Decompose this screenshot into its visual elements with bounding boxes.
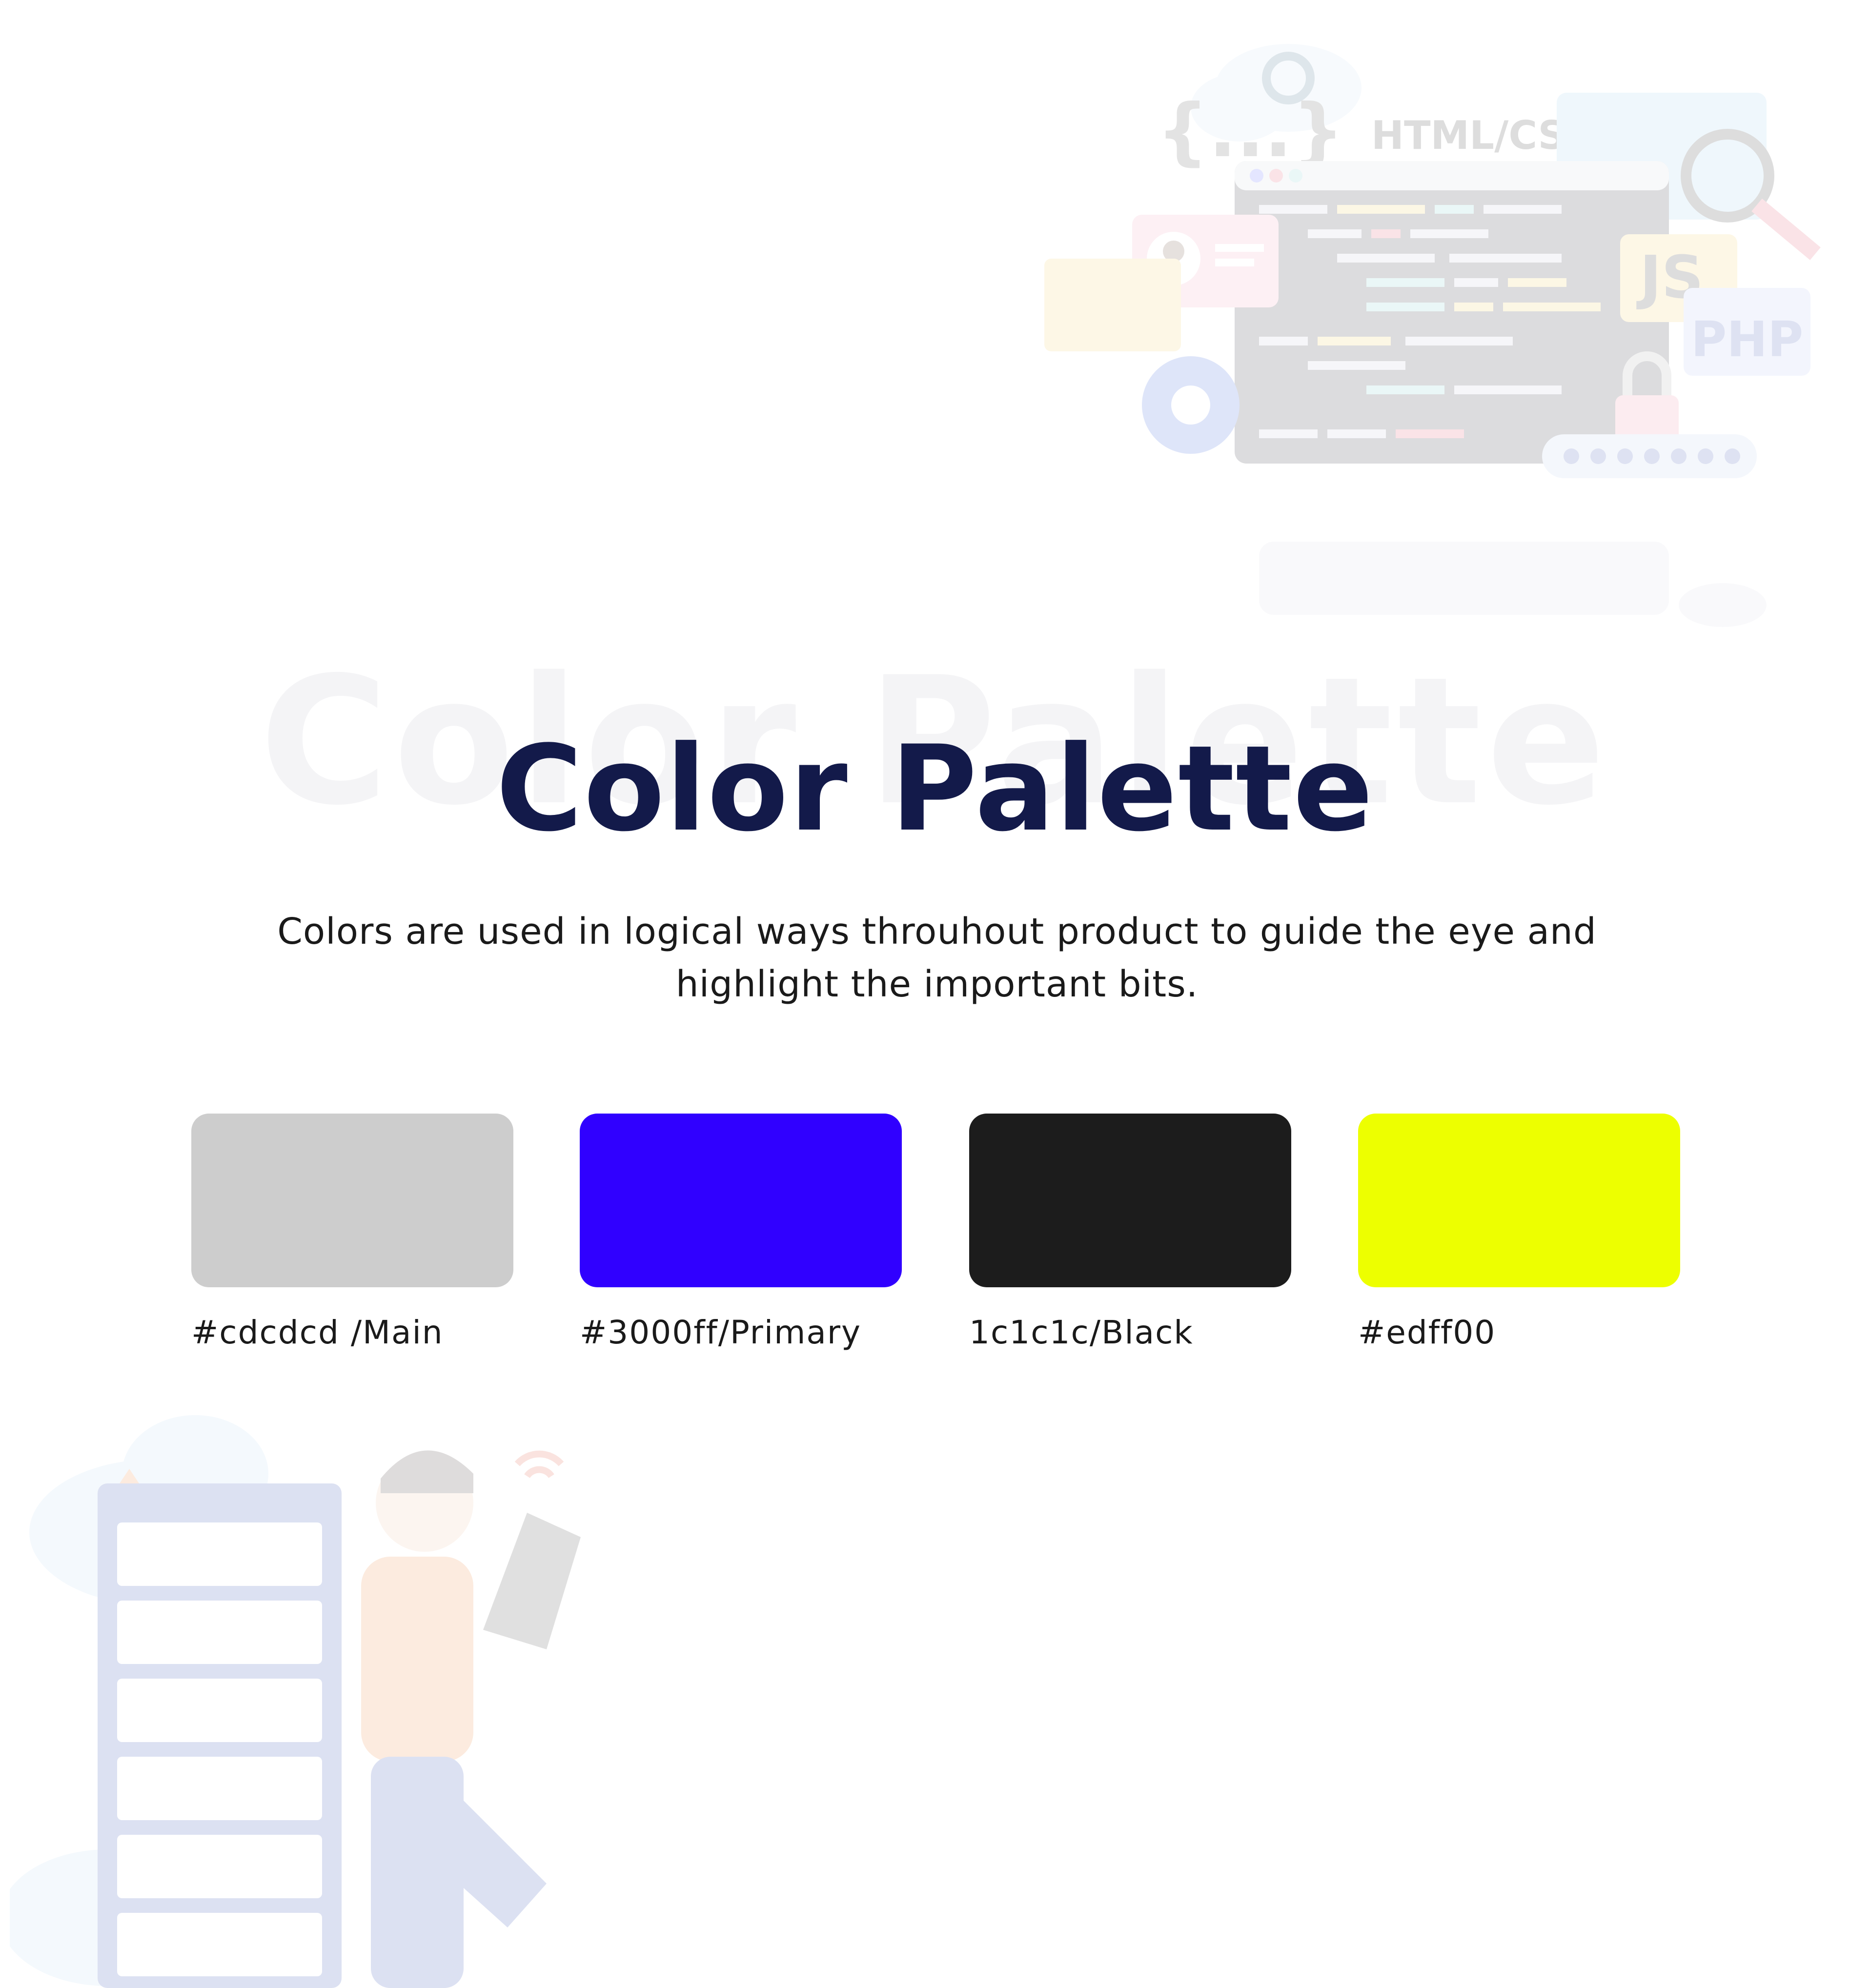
cloud-upload-icon	[29, 1415, 283, 1605]
php-tile-icon	[1684, 288, 1810, 376]
code-monitor-icon	[1235, 161, 1669, 464]
gear-icon	[1142, 356, 1240, 454]
color-swatch-primary	[580, 1114, 902, 1287]
magnifier-icon	[1681, 129, 1774, 223]
color-swatch-yellow	[1358, 1114, 1680, 1287]
mouse-icon	[1679, 583, 1767, 627]
developer-code-illustration: {...} HTML/CSS JS PHP	[1044, 44, 1821, 627]
braces-label: {...}	[1157, 89, 1344, 174]
page-description: Colors are used in logical ways throuhou…	[277, 911, 1597, 1005]
swatch-card-black: 1c1c1c/Black	[969, 1114, 1291, 1351]
profile-card-icon	[1132, 215, 1279, 307]
html-css-label: HTML/CSS	[1371, 113, 1592, 158]
server-rack-icon	[98, 1483, 342, 1988]
cloud-icon	[10, 1849, 215, 1986]
page-title: Color Palette	[496, 720, 1374, 858]
swatch-card-main: #cdcdcd /Main	[191, 1114, 513, 1351]
keyboard-icon	[1259, 542, 1669, 615]
color-swatch-black	[969, 1114, 1291, 1287]
swatch-card-primary: #3000ff/Primary	[580, 1114, 902, 1351]
cloud-icon	[1191, 44, 1362, 142]
swatch-label-yellow: #edff00	[1358, 1314, 1496, 1351]
person-with-laptop-icon	[361, 1450, 581, 1988]
folder-icon	[1044, 259, 1181, 351]
password-bar-icon	[1542, 434, 1757, 478]
php-label: PHP	[1691, 311, 1803, 368]
browser-window-icon	[1557, 93, 1767, 220]
swatch-card-yellow: #edff00	[1358, 1114, 1680, 1351]
swatch-label-black: 1c1c1c/Black	[969, 1314, 1194, 1351]
lock-icon	[1615, 351, 1679, 449]
color-swatch-main	[191, 1114, 513, 1287]
js-label: JS	[1636, 244, 1704, 312]
swatch-label-primary: #3000ff/Primary	[580, 1314, 862, 1351]
server-person-illustration	[10, 1415, 581, 1988]
swatch-label-main: #cdcdcd /Main	[191, 1314, 444, 1351]
js-tile-icon	[1620, 234, 1737, 322]
